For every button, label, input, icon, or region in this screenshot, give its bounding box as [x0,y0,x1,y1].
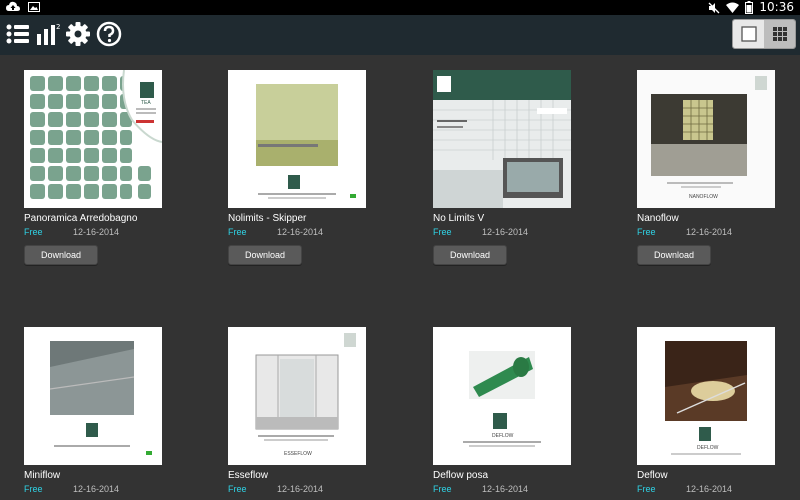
svg-text:2: 2 [56,23,60,31]
catalog-title: Nanoflow [637,213,679,224]
download-button[interactable]: Download [433,245,507,265]
miniflow-cover [24,327,162,465]
action-bar: 2 [0,15,800,55]
help-icon[interactable] [95,20,123,48]
svg-text:ESSEFLOW: ESSEFLOW [284,451,312,457]
single-view-button[interactable] [733,20,764,48]
catalog-price: Free [433,484,452,494]
catalog-cover[interactable]: ESSEFLOW [228,327,366,465]
grid-view-button[interactable] [764,20,795,48]
download-button[interactable]: Download [24,245,98,265]
no-limits-cover [433,70,571,208]
grid-view-icon [772,27,787,41]
catalog-title: Nolimits - Skipper [228,213,307,224]
single-view-icon [740,26,757,42]
gear-icon[interactable] [64,20,92,48]
catalog-date: 12-16-2014 [73,227,120,237]
catalog-date: 12-16-2014 [277,227,324,237]
deflow-posa-cover: DEFLOW [433,327,571,465]
nanoflow-cover: NANOFLOW [637,70,775,208]
catalog-price: Free [24,484,43,494]
catalog-cover[interactable]: DEFLOW [637,327,775,465]
catalog-title: Deflow [637,470,668,481]
catalog-title: Panoramica Arredobagno [24,213,138,224]
bar-chart-icon[interactable]: 2 [34,20,62,48]
battery-icon [745,1,754,14]
catalog-date: 12-16-2014 [686,484,733,494]
view-toggle [732,19,796,49]
image-icon [28,2,40,12]
status-time: 10:36 [759,0,794,14]
deflow-cover: DEFLOW [637,327,775,465]
catalog-price: Free [228,484,247,494]
catalog-cover[interactable] [228,70,366,208]
catalog-cover[interactable]: TEA [24,70,162,208]
catalog-price: Free [637,227,656,237]
download-button[interactable]: Download [637,245,711,265]
catalog-title: Miniflow [24,470,61,481]
catalog-title: Deflow posa [433,470,489,481]
download-button[interactable]: Download [228,245,302,265]
catalog-date: 12-16-2014 [482,227,529,237]
catalog-title: No Limits V [433,213,485,224]
svg-text:DEFLOW: DEFLOW [492,433,514,439]
catalog-price: Free [433,227,452,237]
catalog-cover[interactable] [24,327,162,465]
skipper-cover [228,70,366,208]
catalog-price: Free [24,227,43,237]
catalog-price: Free [228,227,247,237]
catalog-grid: TEA Panoramica Arredobagno Free 12-16-20… [0,55,800,500]
wifi-icon [726,2,740,13]
catalog-date: 12-16-2014 [277,484,324,494]
tile-pattern-cover: TEA [24,70,162,208]
cloud-upload-icon [6,1,20,11]
svg-text:TEA: TEA [141,100,151,106]
svg-text:DEFLOW: DEFLOW [697,445,719,451]
catalog-date: 12-16-2014 [686,227,733,237]
esseflow-cover: ESSEFLOW [228,327,366,465]
catalog-title: Esseflow [228,470,269,481]
catalog-cover[interactable] [433,70,571,208]
svg-text:NANOFLOW: NANOFLOW [689,194,718,200]
mute-icon [708,2,720,13]
list-icon[interactable] [4,20,32,48]
catalog-cover[interactable]: NANOFLOW [637,70,775,208]
catalog-price: Free [637,484,656,494]
catalog-date: 12-16-2014 [73,484,120,494]
catalog-date: 12-16-2014 [482,484,529,494]
catalog-cover[interactable]: DEFLOW [433,327,571,465]
status-bar: 10:36 [0,0,800,15]
